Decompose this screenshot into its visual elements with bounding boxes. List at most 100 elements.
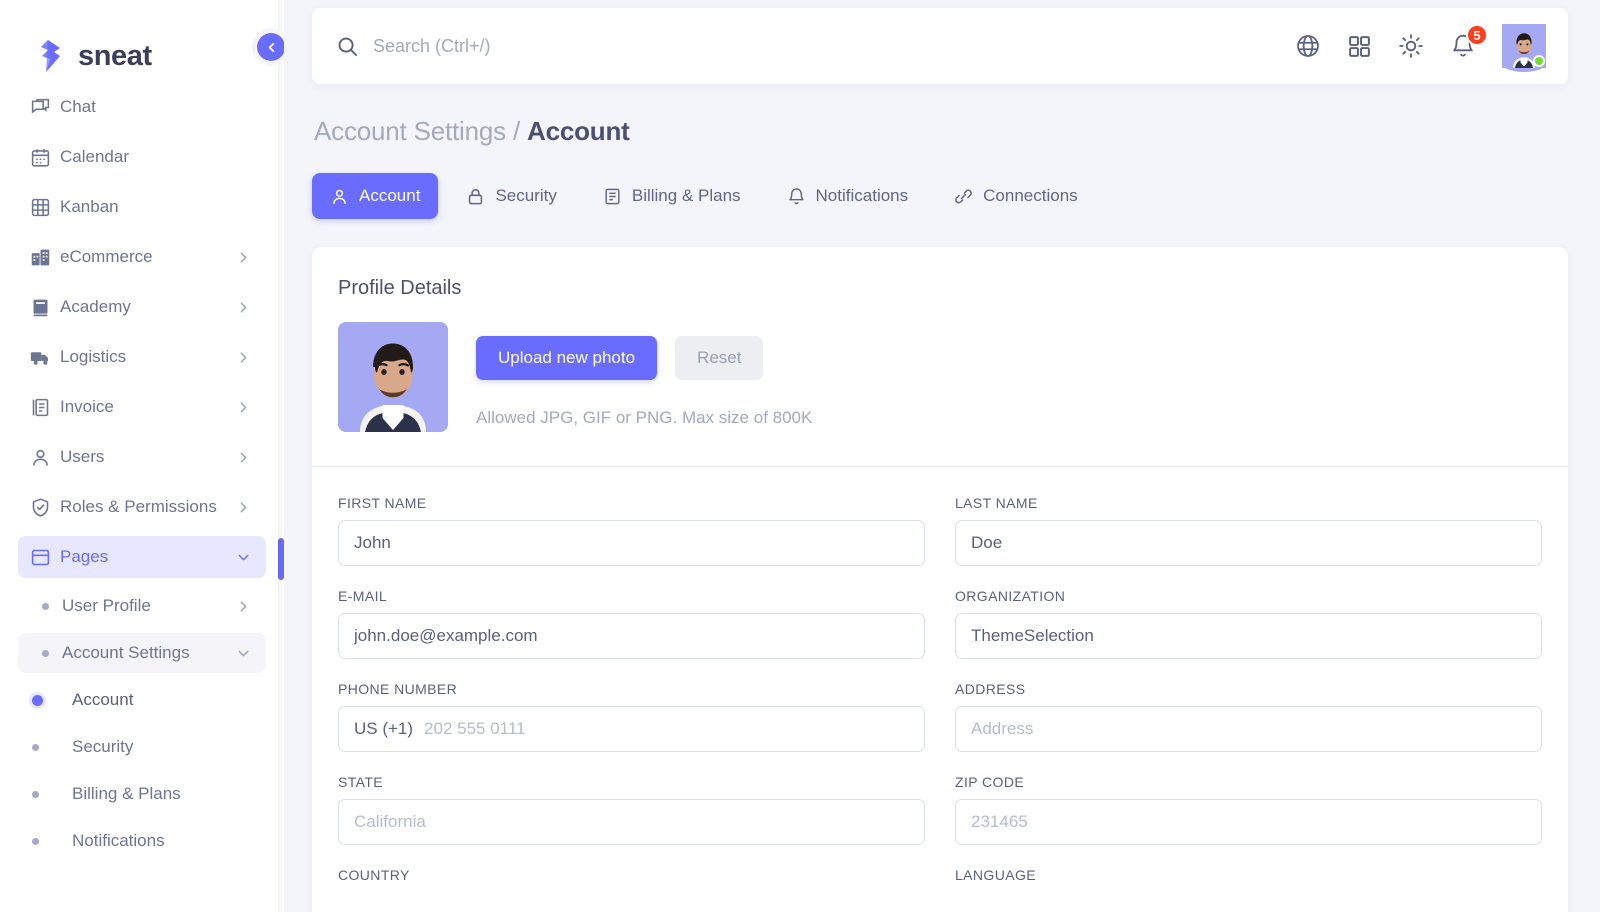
chevron-left-icon <box>257 33 284 61</box>
profile-details-card: Profile Details Upload new <box>312 247 1568 912</box>
sidebar-item-label: User Profile <box>58 596 235 616</box>
user-icon <box>30 447 56 468</box>
field-address: ADDRESS <box>955 681 1542 752</box>
card-title: Profile Details <box>338 277 1542 300</box>
first-name-input[interactable] <box>338 520 925 566</box>
sidebar-item-label: Kanban <box>56 197 252 217</box>
field-label: E-MAIL <box>338 588 925 604</box>
sneat-logo-icon <box>36 39 66 73</box>
sidebar-item-pages[interactable]: Pages <box>18 536 266 578</box>
sidebar-item-notifications[interactable]: Notifications <box>18 821 266 861</box>
organization-input[interactable] <box>955 613 1542 659</box>
sidebar-item-account[interactable]: Account <box>18 680 266 720</box>
sidebar-item-label: Account <box>58 690 252 710</box>
sidebar-item-account-settings[interactable]: Account Settings <box>18 633 266 673</box>
field-state: STATE <box>338 774 925 845</box>
sidebar-item-chat[interactable]: Chat <box>18 86 266 128</box>
sidebar-item-label: Account Settings <box>58 643 235 663</box>
field-language: LANGUAGE <box>955 867 1542 892</box>
field-last-name: LAST NAME <box>955 495 1542 566</box>
notification-badge: 5 <box>1466 24 1488 46</box>
chevron-right-icon <box>235 299 252 316</box>
sidebar-collapse-button[interactable] <box>252 28 284 66</box>
field-zip-code: ZIP CODE <box>955 774 1542 845</box>
chevron-right-icon <box>235 499 252 516</box>
sidebar-item-roles-permissions[interactable]: Roles & Permissions <box>18 486 266 528</box>
field-organization: ORGANIZATION <box>955 588 1542 659</box>
sidebar-item-label: Calendar <box>56 147 252 167</box>
photo-button-row: Upload new photo Reset <box>476 336 812 380</box>
sidebar-item-security[interactable]: Security <box>18 727 266 767</box>
sidebar-item-billing-plans[interactable]: Billing & Plans <box>18 774 266 814</box>
kanban-icon <box>30 197 56 218</box>
settings-tabs: Account Security Billing & Plans Notific… <box>312 173 1568 219</box>
breadcrumb-separator: / <box>513 116 520 146</box>
address-input[interactable] <box>955 706 1542 752</box>
grid-apps-icon[interactable] <box>1347 34 1372 59</box>
field-label: LAST NAME <box>955 495 1542 511</box>
field-label: ORGANIZATION <box>955 588 1542 604</box>
chevron-right-icon <box>235 349 252 366</box>
sidebar-item-invoice[interactable]: Invoice <box>18 386 266 428</box>
state-input[interactable] <box>338 799 925 845</box>
sidebar-item-users[interactable]: Users <box>18 436 266 478</box>
reset-button[interactable]: Reset <box>675 336 763 380</box>
upload-new-photo-button[interactable]: Upload new photo <box>476 336 657 380</box>
book-icon <box>30 297 56 318</box>
tab-account[interactable]: Account <box>312 173 438 219</box>
bullet-dot-icon <box>32 603 58 610</box>
main-content: 5 <box>284 0 1600 912</box>
calendar-icon <box>30 147 56 168</box>
zip-code-input[interactable] <box>955 799 1542 845</box>
sidebar-item-label: Billing & Plans <box>58 784 252 804</box>
last-name-input[interactable] <box>955 520 1542 566</box>
top-navbar: 5 <box>312 8 1568 84</box>
sidebar-item-user-profile[interactable]: User Profile <box>18 586 266 626</box>
tab-label: Connections <box>983 186 1078 206</box>
sidebar-item-label: Pages <box>56 547 235 567</box>
sidebar-item-label: Invoice <box>56 397 235 417</box>
sidebar-brand[interactable]: sneat <box>0 0 284 86</box>
search-bar[interactable] <box>336 35 1295 58</box>
bullet-dot-icon <box>32 838 58 845</box>
sidebar-item-label: Logistics <box>56 347 235 367</box>
avatar[interactable] <box>1502 24 1546 68</box>
sidebar-item-logistics[interactable]: Logistics <box>18 336 266 378</box>
bill-icon <box>603 187 622 206</box>
breadcrumb: Account Settings / Account <box>314 116 1568 147</box>
photo-actions: Upload new photo Reset Allowed JPG, GIF … <box>476 322 812 428</box>
chevron-right-icon <box>235 399 252 416</box>
sun-icon[interactable] <box>1398 33 1424 59</box>
sidebar-item-kanban[interactable]: Kanban <box>18 186 266 228</box>
phone-number-input[interactable] <box>424 719 909 739</box>
link-icon <box>954 187 973 206</box>
field-phone-number: PHONE NUMBER US (+1) <box>338 681 925 752</box>
online-status-dot <box>1533 55 1545 67</box>
search-input[interactable] <box>373 36 773 57</box>
bullet-dot-active-icon <box>32 695 58 706</box>
sidebar-item-label: Academy <box>56 297 235 317</box>
sidebar-item-ecommerce[interactable]: eCommerce <box>18 236 266 278</box>
tab-label: Account <box>359 186 420 206</box>
store-icon <box>30 247 56 268</box>
field-label: PHONE NUMBER <box>338 681 925 697</box>
sidebar-item-calendar[interactable]: Calendar <box>18 136 266 178</box>
tab-billing-plans[interactable]: Billing & Plans <box>585 173 759 219</box>
tab-notifications[interactable]: Notifications <box>769 173 927 219</box>
bullet-dot-icon <box>32 650 58 657</box>
bell-icon[interactable]: 5 <box>1450 33 1476 59</box>
shield-icon <box>30 497 56 518</box>
globe-icon[interactable] <box>1295 33 1321 59</box>
chevron-down-icon <box>235 549 252 566</box>
tab-security[interactable]: Security <box>448 173 574 219</box>
sidebar: sneat Chat Calendar Kanban <box>0 0 284 912</box>
tab-connections[interactable]: Connections <box>936 173 1096 219</box>
sidebar-item-academy[interactable]: Academy <box>18 286 266 328</box>
breadcrumb-parent[interactable]: Account Settings <box>314 116 506 146</box>
sidebar-nav-list: Chat Calendar Kanban eCommerce <box>0 86 284 861</box>
chevron-right-icon <box>235 249 252 266</box>
email-input[interactable] <box>338 613 925 659</box>
pages-icon <box>30 547 56 568</box>
bullet-dot-icon <box>32 791 58 798</box>
phone-input-group[interactable]: US (+1) <box>338 706 925 752</box>
